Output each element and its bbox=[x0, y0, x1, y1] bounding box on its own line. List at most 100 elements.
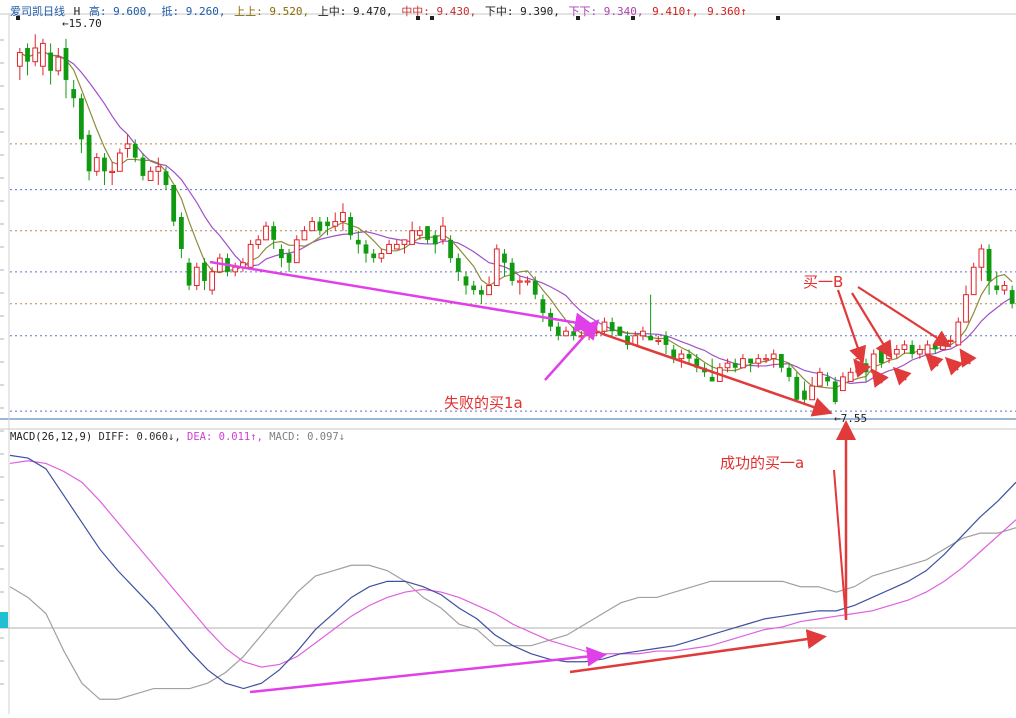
candle-body bbox=[132, 143, 138, 158]
stock-title: 爱司凯日线 bbox=[10, 5, 65, 18]
header-field-0: H bbox=[73, 5, 81, 18]
candle-78 bbox=[617, 326, 623, 336]
candle-body bbox=[393, 243, 400, 250]
candle-body bbox=[255, 239, 262, 245]
candle-body bbox=[740, 358, 746, 369]
candle-body bbox=[109, 170, 116, 174]
candle-body bbox=[93, 157, 100, 172]
candle-23 bbox=[193, 262, 200, 291]
header-field-7: 下下: 9.340, bbox=[568, 5, 644, 18]
kline-chart: ←15.70←7.55失败的买1a成功的买一a买一B bbox=[0, 0, 1016, 714]
candle-body bbox=[348, 217, 353, 236]
header-field-2: 抵: 9.260, bbox=[161, 5, 226, 18]
candle-body bbox=[816, 371, 823, 387]
candle-body bbox=[263, 225, 269, 241]
candle-body bbox=[901, 344, 908, 350]
candle-30 bbox=[247, 239, 254, 268]
candle-body bbox=[86, 134, 92, 172]
candle-body bbox=[332, 221, 339, 227]
candle-body bbox=[293, 239, 300, 264]
candle-body bbox=[978, 248, 985, 268]
candle-body bbox=[832, 381, 838, 403]
candle-body bbox=[471, 285, 477, 291]
candle-body bbox=[709, 376, 715, 382]
candle-body bbox=[502, 253, 507, 263]
candle-body bbox=[171, 185, 177, 222]
candle-body bbox=[63, 47, 69, 80]
candle-20 bbox=[171, 185, 177, 227]
header-field-3: 上上: 9.520, bbox=[234, 5, 310, 18]
candle-body bbox=[479, 290, 484, 295]
candle-body bbox=[794, 376, 800, 400]
candle-22 bbox=[186, 258, 192, 291]
candle-body bbox=[279, 248, 284, 259]
candle-body bbox=[486, 285, 492, 296]
candle-body bbox=[955, 321, 962, 346]
header-field-5: 中中: 9.430, bbox=[401, 5, 477, 18]
candle-62 bbox=[493, 244, 500, 287]
candle-body bbox=[202, 262, 207, 281]
candle-body bbox=[455, 258, 461, 272]
candle-body bbox=[140, 157, 146, 176]
candle-body bbox=[609, 322, 615, 332]
candle-body bbox=[32, 47, 39, 63]
candle-body bbox=[601, 321, 608, 332]
success-buy-label: 成功的买一a bbox=[720, 454, 804, 472]
chart-stage: ←15.70 ←7.55 失败的买1a 成功的买一a 买一B bbox=[0, 0, 1016, 714]
buy-b-label: 买一B bbox=[803, 273, 843, 291]
candle-body bbox=[301, 230, 308, 241]
candle-body bbox=[779, 354, 784, 368]
candle-body bbox=[124, 143, 131, 149]
candle-body bbox=[463, 276, 469, 286]
candle-body bbox=[325, 221, 330, 227]
candle-body bbox=[593, 330, 600, 333]
candle-body bbox=[924, 344, 931, 355]
candle-body bbox=[163, 171, 169, 186]
candle-body bbox=[516, 280, 523, 283]
candle-body bbox=[540, 299, 546, 313]
candle-body bbox=[825, 376, 830, 382]
candle-body bbox=[416, 230, 423, 236]
candle-body bbox=[663, 335, 669, 345]
candle-body bbox=[994, 285, 1000, 291]
candle-body bbox=[179, 217, 184, 249]
candle-body bbox=[232, 266, 239, 273]
header-field-4: 上中: 9.470, bbox=[317, 5, 393, 18]
candle-body bbox=[155, 166, 162, 172]
candle-body bbox=[286, 253, 292, 263]
candle-body bbox=[909, 344, 915, 355]
candle-25 bbox=[209, 267, 216, 295]
candle-body bbox=[147, 170, 154, 181]
candle-body bbox=[763, 358, 769, 361]
header-field-1: 高: 9.600, bbox=[88, 5, 153, 18]
candle-body bbox=[401, 239, 408, 245]
candle-body bbox=[25, 47, 30, 62]
candle-body bbox=[271, 226, 277, 240]
candle-body bbox=[786, 367, 792, 377]
macd-diff-value: DIFF: 0.060↓, bbox=[98, 431, 181, 443]
candle-122 bbox=[955, 317, 962, 346]
candle-body bbox=[893, 348, 900, 355]
candle-body bbox=[686, 354, 692, 359]
candle-body bbox=[355, 239, 361, 245]
candle-124 bbox=[970, 262, 977, 296]
candle-body bbox=[317, 221, 323, 231]
candle-body bbox=[432, 235, 438, 245]
time-marker-5 bbox=[776, 16, 780, 20]
candle-body bbox=[247, 243, 254, 268]
candle-body bbox=[102, 157, 107, 172]
candle-body bbox=[770, 353, 777, 360]
candle-body bbox=[209, 271, 216, 291]
candle-body bbox=[648, 335, 653, 341]
kline-header: 爱司凯日线 H 高: 9.600, 抵: 9.260, 上上: 9.520, 上… bbox=[10, 3, 749, 19]
candle-body bbox=[555, 326, 561, 336]
candle-body bbox=[986, 248, 992, 281]
candle-body bbox=[724, 362, 731, 369]
candle-body bbox=[55, 56, 62, 72]
candle-body bbox=[363, 244, 369, 254]
candle-body bbox=[409, 230, 416, 245]
candle-body bbox=[617, 326, 623, 336]
axis-highlight-marker bbox=[0, 612, 8, 628]
candle-body bbox=[309, 221, 316, 232]
header-field-9: 9.360↑ bbox=[707, 5, 747, 18]
